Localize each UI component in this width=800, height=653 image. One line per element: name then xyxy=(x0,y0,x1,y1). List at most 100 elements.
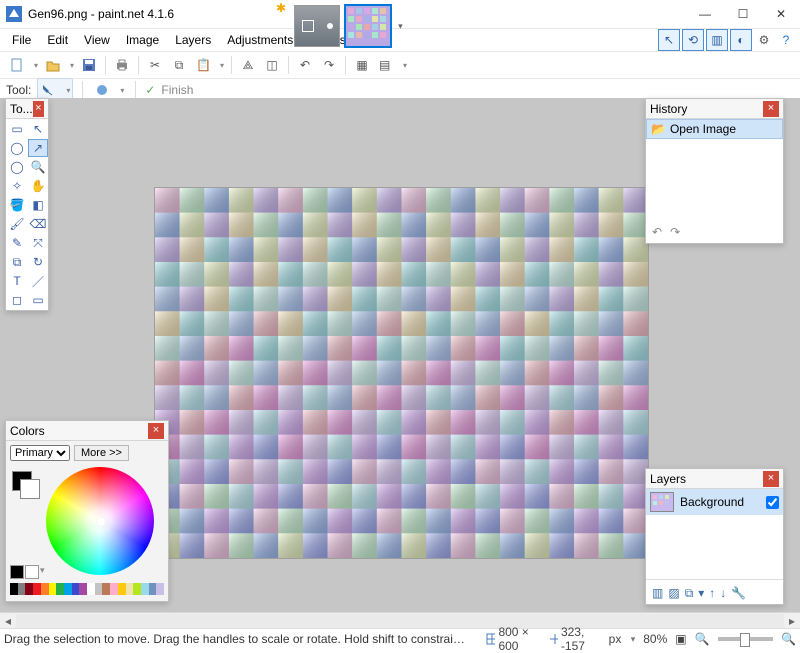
layer-duplicate-icon[interactable]: ⧉ xyxy=(685,586,694,601)
history-window-icon[interactable]: ⟲ xyxy=(682,29,704,51)
color-wheel-cursor[interactable] xyxy=(96,517,106,527)
canvas[interactable]: (function(){ var svg=document.currentScr… xyxy=(155,188,648,558)
tool-pan[interactable]: ✋ xyxy=(28,177,48,195)
tool-clone[interactable]: ⧉ xyxy=(7,253,27,271)
primary-secondary-swatch[interactable] xyxy=(12,471,38,497)
tool-rectangle[interactable]: ▭ xyxy=(28,291,48,309)
tool-shapes[interactable]: ◻ xyxy=(7,291,27,309)
history-redo-icon[interactable]: ↷ xyxy=(670,225,680,239)
scroll-left-icon[interactable]: ◂ xyxy=(0,614,16,628)
layer-properties-icon[interactable]: 🔧 xyxy=(731,586,746,600)
tool-text[interactable]: T xyxy=(7,272,27,290)
zoom-in-icon[interactable]: 🔍 xyxy=(781,632,796,646)
zoom-out-icon[interactable]: 🔍 xyxy=(695,632,710,646)
menu-image[interactable]: Image xyxy=(118,31,167,49)
tool-move[interactable]: ↖ xyxy=(28,120,48,138)
layers-panel-title: Layers xyxy=(650,472,686,486)
deselect-button[interactable]: ◫ xyxy=(261,54,283,76)
open-image-icon: 📂 xyxy=(651,122,666,136)
layers-panel-close[interactable]: × xyxy=(763,471,779,487)
document-thumb[interactable] xyxy=(294,5,340,47)
history-item[interactable]: 📂 Open Image xyxy=(646,119,783,139)
tools-panel-title: To... xyxy=(10,102,33,116)
document-thumb-active[interactable] xyxy=(344,4,392,48)
layers-window-icon[interactable]: ▥ xyxy=(706,29,728,51)
layer-moveup-icon[interactable]: ↑ xyxy=(709,586,715,600)
crop-button[interactable]: ⟁ xyxy=(237,54,259,76)
layer-movedown-icon[interactable]: ↓ xyxy=(720,586,726,600)
layer-delete-icon[interactable]: ▨ xyxy=(668,586,679,600)
redo-button[interactable]: ↷ xyxy=(318,54,340,76)
tools-panel-close[interactable]: × xyxy=(33,101,44,117)
menu-view[interactable]: View xyxy=(76,31,118,49)
layer-item[interactable]: Background xyxy=(646,489,783,515)
layer-thumb xyxy=(650,492,674,512)
minimize-button[interactable]: — xyxy=(686,0,724,28)
tool-pencil[interactable]: ✎ xyxy=(7,234,27,252)
color-mode-select[interactable]: Primary xyxy=(10,445,70,461)
history-undo-icon[interactable]: ↶ xyxy=(652,225,662,239)
colors-panel-title: Colors xyxy=(10,424,45,438)
zoom-slider[interactable] xyxy=(718,637,774,641)
history-panel-close[interactable]: × xyxy=(763,101,779,117)
history-panel-title: History xyxy=(650,102,687,116)
palette-strip[interactable] xyxy=(10,583,164,595)
paste-button[interactable]: 📋 xyxy=(192,54,226,76)
scroll-right-icon[interactable]: ▸ xyxy=(784,614,800,628)
maximize-button[interactable]: ☐ xyxy=(724,0,762,28)
zoom-fit-icon[interactable]: ▣ xyxy=(675,632,686,646)
colors-panel-close[interactable]: × xyxy=(148,423,164,439)
horizontal-scrollbar[interactable]: ◂ ▸ xyxy=(0,612,800,629)
tool-paintbucket[interactable]: 🪣 xyxy=(7,196,27,214)
menu-edit[interactable]: Edit xyxy=(39,31,76,49)
print-button[interactable] xyxy=(111,54,133,76)
statusbar: Drag the selection to move. Drag the han… xyxy=(0,628,800,649)
tool-move-selection[interactable]: ↗ xyxy=(28,139,48,157)
colors-panel[interactable]: Colors × Primary More >> ▾ xyxy=(5,420,169,602)
ruler-button[interactable]: ▤ xyxy=(375,54,409,76)
history-item-label: Open Image xyxy=(670,122,736,136)
undo-button[interactable]: ↶ xyxy=(294,54,316,76)
status-zoom[interactable]: 80% xyxy=(643,632,667,646)
layer-merge-icon[interactable]: ▾ xyxy=(698,586,704,600)
tool-eraser[interactable]: ⌫ xyxy=(28,215,48,233)
thumb-dropdown-icon[interactable]: ▾ xyxy=(396,21,405,32)
layer-add-icon[interactable]: ▥ xyxy=(652,586,663,600)
copy-button[interactable]: ⧉ xyxy=(168,54,190,76)
menu-file[interactable]: File xyxy=(4,31,39,49)
save-button[interactable] xyxy=(78,54,100,76)
main-toolbar: ✂ ⧉ 📋 ⟁ ◫ ↶ ↷ ▦ ▤ xyxy=(0,52,800,79)
help-icon[interactable]: ? xyxy=(776,30,796,50)
app-icon xyxy=(6,6,22,22)
history-panel[interactable]: History × 📂 Open Image ↶ ↷ xyxy=(645,98,784,244)
tool-magic-wand[interactable]: ✧ xyxy=(7,177,27,195)
tool-brush[interactable]: 🖌 xyxy=(7,215,27,233)
bw-swatch-row[interactable]: ▾ xyxy=(10,565,45,579)
finish-button[interactable]: Finish xyxy=(161,83,193,97)
new-button[interactable] xyxy=(6,54,40,76)
layer-name: Background xyxy=(680,495,744,509)
layer-visible-checkbox[interactable] xyxy=(766,496,779,509)
finish-check-icon: ✓ xyxy=(145,83,155,97)
tool-rectangle-select[interactable]: ▭ xyxy=(7,120,27,138)
status-units[interactable]: px ▾ xyxy=(609,632,636,646)
tool-gradient[interactable]: ◧ xyxy=(28,196,48,214)
tool-zoom[interactable]: 🔍 xyxy=(28,158,48,176)
more-button[interactable]: More >> xyxy=(74,445,129,461)
settings-icon[interactable]: ⚙ xyxy=(754,30,774,50)
colors-window-icon[interactable]: ◐ xyxy=(730,29,752,51)
tool-ellipse-select[interactable]: ◯ xyxy=(7,158,27,176)
tool-line[interactable]: ／ xyxy=(28,272,48,290)
tools-panel[interactable]: To...× ▭ ↖ ◯ ↗ ◯ 🔍 ✧ ✋ 🪣 ◧ 🖌 ⌫ ✎ ⤧ ⧉ ↻ T… xyxy=(5,98,49,311)
layers-panel[interactable]: Layers × Background ▥ ▨ ⧉ ▾ ↑ ↓ 🔧 xyxy=(645,468,784,605)
grid-button[interactable]: ▦ xyxy=(351,54,373,76)
open-button[interactable] xyxy=(42,54,76,76)
tool-recolor[interactable]: ↻ xyxy=(28,253,48,271)
tools-window-icon[interactable]: ↖ xyxy=(658,29,680,51)
cut-button[interactable]: ✂ xyxy=(144,54,166,76)
tool-colorpicker[interactable]: ⤧ xyxy=(28,234,48,252)
color-wheel[interactable] xyxy=(46,467,154,575)
menu-layers[interactable]: Layers xyxy=(167,31,219,49)
tool-lasso[interactable]: ◯ xyxy=(7,139,27,157)
close-button[interactable]: ✕ xyxy=(762,0,800,28)
